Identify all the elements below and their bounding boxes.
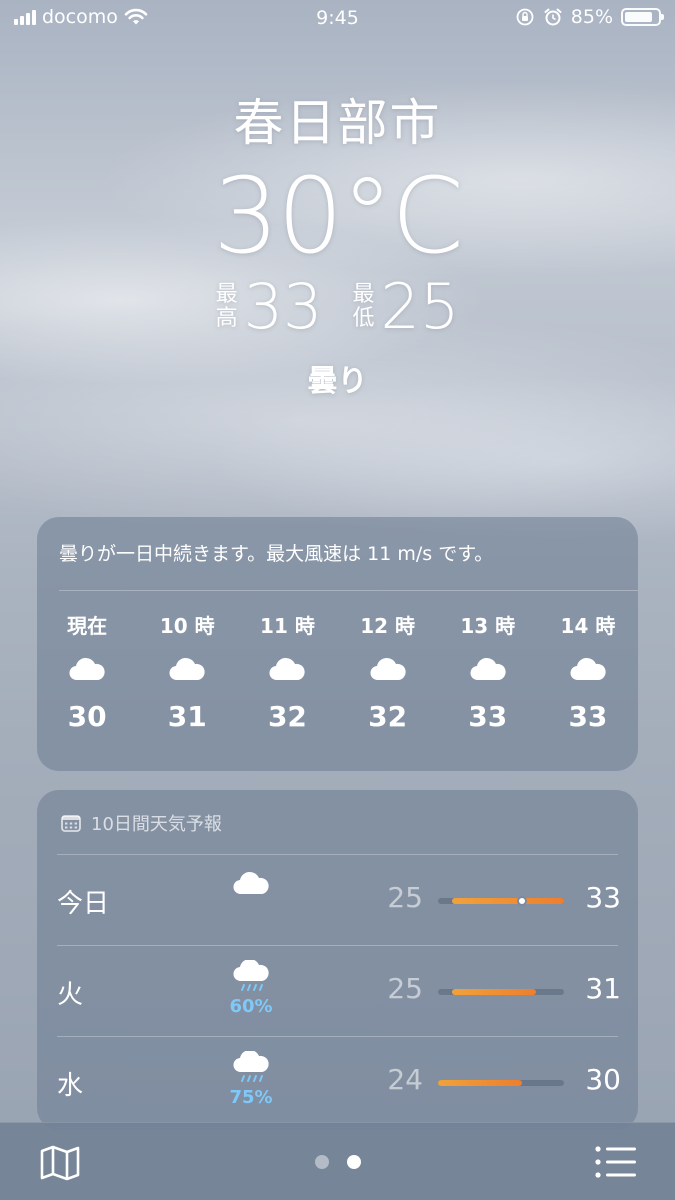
hour-temp: 30: [67, 700, 107, 733]
day-high: 33: [585, 881, 621, 914]
hourly-forecast-card[interactable]: 曇りが一日中続きます。最大風速は 11 m/s です。 現在 30 10 時 31 11…: [37, 517, 638, 771]
hour-label: 現在: [67, 614, 108, 638]
current-weather: 春日部市 30°C 最 高 33 最 低 25 曇り: [0, 88, 675, 400]
list-icon[interactable]: [595, 1145, 637, 1179]
daily-row[interactable]: 火 60% 25 31: [37, 946, 638, 1036]
daily-header: 10日間天気予報: [61, 810, 222, 836]
low-temp: 最 低 25: [353, 276, 460, 338]
battery-icon: [621, 8, 664, 26]
temp-range-fill: [438, 1080, 522, 1086]
day-icon: [225, 869, 277, 897]
cloud-icon: [69, 657, 105, 681]
hour-label: 12 時: [360, 614, 415, 638]
cloud-icon: [169, 657, 205, 681]
temp-range-fill: [452, 898, 564, 904]
temp-range-bar: [438, 896, 564, 906]
current-temperature: 30°C: [213, 155, 464, 277]
current-temp-dot: [517, 896, 527, 906]
cloud-icon: [470, 657, 506, 681]
hour-icon: [67, 641, 107, 697]
condition-label: 曇り: [307, 364, 368, 399]
high-value: 33: [243, 270, 323, 343]
hour-item: 13 時 33: [438, 611, 538, 737]
status-bar: docomo 9:45 85%: [0, 0, 675, 38]
cloud-icon: [233, 871, 269, 895]
temp-range-bar: [438, 989, 564, 995]
temp-range-fill: [452, 989, 536, 995]
page-indicator[interactable]: [0, 1155, 675, 1169]
cloud-icon: [269, 657, 306, 681]
alarm-icon: [544, 8, 562, 26]
hour-label: 14 時: [560, 614, 616, 638]
day-name: 今日: [57, 889, 110, 919]
hour-label: 11 時: [260, 614, 315, 638]
day-icon: 60%: [225, 960, 277, 1017]
calendar-icon: [61, 815, 81, 832]
high-label: 最 高: [215, 282, 238, 331]
hour-temp: 33: [568, 700, 608, 733]
battery-percent: 85%: [570, 6, 613, 28]
daily-header-label: 10日間天気予報: [91, 814, 222, 835]
cloud-icon: [570, 657, 606, 681]
forecast-summary: 曇りが一日中続きます。最大風速は 11 m/s です。: [59, 543, 494, 565]
divider: [59, 590, 638, 591]
low-label: 最 低: [352, 282, 375, 331]
low-value: 25: [380, 270, 460, 343]
hour-icon: [267, 641, 307, 697]
hour-icon: [468, 641, 508, 697]
rain-cloud-icon: [233, 960, 269, 991]
temp-range-bar: [438, 1080, 564, 1086]
page-dot[interactable]: [314, 1155, 329, 1169]
hour-item: 10 時 31: [137, 611, 237, 737]
hour-label: 10 時: [159, 614, 215, 638]
hour-temp: 33: [468, 700, 508, 733]
precip-chance: 75%: [229, 1087, 273, 1108]
day-low: 24: [387, 1063, 423, 1096]
hour-item: 12 時 32: [338, 611, 438, 737]
daily-forecast-card[interactable]: 10日間天気予報 今日 25 33 火 60% 25 31 水 75% 24 30: [37, 790, 638, 1130]
hour-temp: 32: [267, 700, 307, 733]
bottom-toolbar: [0, 1122, 675, 1200]
hour-temp: 31: [167, 700, 207, 733]
city-name: 春日部市: [233, 94, 442, 152]
hour-item: 11 時 32: [237, 611, 337, 737]
day-low: 25: [387, 972, 423, 1005]
precip-chance: 60%: [229, 996, 273, 1017]
high-temp: 最 高 33: [216, 276, 323, 338]
day-name: 火: [57, 980, 84, 1010]
day-name: 水: [57, 1071, 84, 1101]
hour-icon: [368, 641, 408, 697]
hour-icon: [167, 641, 207, 697]
hour-label: 13 時: [460, 614, 516, 638]
day-high: 31: [585, 972, 621, 1005]
day-icon: 75%: [225, 1051, 277, 1108]
hour-icon: [568, 641, 608, 697]
day-high: 30: [585, 1063, 621, 1096]
hour-item: 現在 30: [37, 611, 137, 737]
page-dot[interactable]: [346, 1155, 361, 1169]
hourly-list[interactable]: 現在 30 10 時 31 11 時 32 12 時 32 13 時 33 14 時 33: [37, 611, 638, 737]
hour-item: 14 時 33: [538, 611, 638, 737]
rain-cloud-icon: [233, 1051, 269, 1082]
cloud-icon: [370, 657, 406, 681]
hour-temp: 32: [368, 700, 408, 733]
rotation-lock-icon: [516, 8, 534, 26]
daily-row[interactable]: 水 75% 24 30: [37, 1037, 638, 1127]
day-low: 25: [387, 881, 423, 914]
high-low: 最 高 33 最 低 25: [0, 272, 675, 342]
daily-row[interactable]: 今日 25 33: [37, 855, 638, 945]
status-right: 85%: [515, 6, 664, 28]
